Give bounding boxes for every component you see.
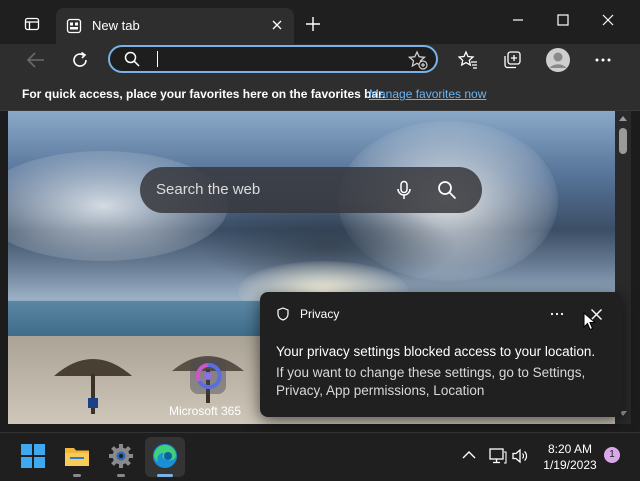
favorites-bar-hint: For quick access, place your favorites h… [22, 87, 386, 101]
new-tab-icon [66, 18, 82, 34]
network-icon[interactable] [489, 448, 507, 464]
profile-avatar[interactable] [546, 48, 570, 72]
address-input-caret [157, 51, 158, 67]
refresh-button[interactable] [70, 50, 90, 70]
collections-icon[interactable] [502, 50, 522, 70]
edge-icon [152, 443, 178, 469]
search-icon[interactable] [437, 180, 457, 200]
minimize-button[interactable] [511, 13, 525, 27]
back-button[interactable] [26, 51, 46, 69]
workspaces-icon[interactable] [24, 16, 40, 32]
notification-badge[interactable]: 1 [604, 447, 620, 463]
file-explorer-icon[interactable] [64, 444, 90, 468]
scroll-up-icon[interactable] [618, 114, 628, 122]
maximize-button[interactable] [556, 13, 570, 27]
search-icon [124, 51, 140, 67]
web-search-box[interactable]: Search the web [140, 167, 482, 213]
scroll-thumb[interactable] [619, 128, 627, 154]
active-indicator [157, 474, 173, 477]
microsoft-365-icon[interactable] [190, 358, 226, 394]
volume-icon[interactable] [512, 448, 530, 464]
start-button[interactable] [21, 444, 45, 468]
privacy-popup-detail: If you want to change these settings, go… [276, 365, 586, 398]
running-indicator [117, 474, 125, 477]
privacy-popup: Privacy Your privacy settings blocked ac… [260, 292, 622, 417]
favorites-bar: For quick access, place your favorites h… [0, 80, 640, 111]
favorites-icon[interactable] [458, 50, 478, 70]
web-search-placeholder: Search the web [156, 181, 261, 198]
mouse-pointer-icon [583, 312, 596, 331]
tab-new-tab[interactable]: New tab [56, 8, 294, 44]
close-window-button[interactable] [601, 13, 615, 27]
clock-date: 1/19/2023 [543, 458, 597, 472]
edge-taskbar-button[interactable] [145, 437, 185, 477]
running-indicator [73, 474, 81, 477]
beach-umbrella-decoration [48, 346, 138, 416]
tab-title: New tab [92, 18, 140, 33]
shield-icon [276, 307, 290, 321]
close-tab-icon[interactable] [270, 18, 284, 32]
manage-favorites-link[interactable]: Manage favorites now [369, 87, 486, 101]
privacy-popup-message: Your privacy settings blocked access to … [276, 344, 596, 359]
new-tab-button[interactable] [305, 16, 321, 32]
privacy-popup-title: Privacy [300, 307, 340, 321]
chevron-up-icon[interactable] [462, 450, 476, 460]
more-options-icon[interactable] [594, 52, 612, 68]
settings-icon[interactable] [108, 443, 134, 469]
taskbar-clock[interactable]: 8:20 AM 1/19/2023 [538, 441, 602, 473]
microphone-icon[interactable] [394, 180, 414, 200]
microsoft-365-label[interactable]: Microsoft 365 [150, 404, 260, 418]
more-options-icon[interactable] [550, 312, 564, 316]
add-favorite-icon[interactable] [408, 50, 428, 70]
clock-time: 8:20 AM [547, 442, 593, 456]
